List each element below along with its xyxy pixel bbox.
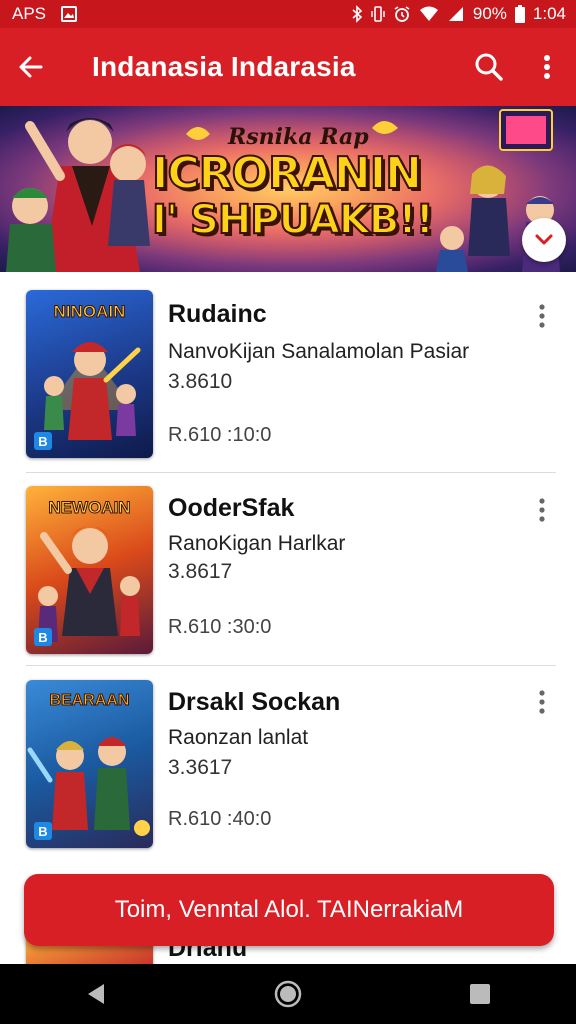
app-price: R.610 :10:0 (168, 424, 272, 446)
system-nav-bar (0, 964, 576, 1024)
list-item[interactable]: BEARAAN B Drsakl Sockan Raonzan lanlat 3… (0, 662, 576, 854)
back-arrow-icon[interactable] (0, 28, 62, 106)
app-rating: 3.8617 (168, 560, 233, 583)
wifi-icon (419, 5, 439, 23)
clock: 1:04 (532, 4, 566, 23)
list-item[interactable]: NINOAIN B Rudainc NanvoKijan Sanalamolan… (0, 272, 576, 464)
app-price: R.610 :40:0 (168, 808, 272, 830)
page-title: Indanasia Indarasia (92, 51, 356, 82)
item-more-icon[interactable] (526, 682, 558, 722)
status-app-label: APS (12, 4, 47, 23)
promo-banner[interactable]: Rsnika Rap ICRORANIN I' SHPUAKB!! (0, 106, 576, 272)
item-more-icon[interactable] (526, 296, 558, 336)
vibrate-icon (371, 5, 385, 23)
app-badge-icon: B (34, 432, 52, 450)
thumbnail-title: BEARAAN (49, 692, 130, 710)
thumbnail-title: NEWOAIN (48, 498, 131, 518)
banner-headline-line1: ICRORANIN (151, 148, 423, 199)
battery-percent: 90% (472, 4, 507, 23)
app-thumbnail: NINOAIN B (26, 290, 153, 458)
alarm-icon (393, 5, 411, 23)
banner-tagline: Rsnika Rap (228, 124, 369, 150)
banner-headline-line2: I' SHPUAKB!! (151, 197, 435, 243)
item-more-icon[interactable] (526, 490, 558, 530)
app-name: Rudainc (168, 300, 267, 328)
thumbnail-title: NINOAIN (53, 302, 126, 322)
app-subtitle: RanoKigan Harlkar (168, 532, 346, 555)
app-thumbnail: NEWOAIN B (26, 486, 153, 654)
bluetooth-icon (351, 5, 363, 23)
back-triangle-icon[interactable] (56, 964, 136, 1024)
recents-square-icon[interactable] (440, 964, 520, 1024)
more-vert-icon[interactable] (518, 28, 576, 106)
signal-icon (447, 5, 465, 23)
app-name: OoderSfak (168, 494, 295, 522)
chevron-down-icon[interactable] (522, 218, 566, 262)
battery-icon (514, 5, 525, 23)
app-subtitle: NanvoKijan Sanalamolan Pasiar (168, 340, 470, 363)
app-badge-icon: B (34, 822, 52, 840)
app-bar: Indanasia Indarasia (0, 28, 576, 106)
app-badge-icon: B (34, 628, 52, 646)
app-rating: 3.8610 (168, 370, 233, 393)
app-price: R.610 :30:0 (168, 616, 272, 638)
app-rating: 3.3617 (168, 756, 233, 779)
cta-button[interactable]: Toim, Venntal Alol. TAINerrakiaM (24, 874, 554, 946)
app-name: Drsakl Sockan (168, 688, 341, 716)
search-icon[interactable] (460, 28, 518, 106)
home-circle-icon[interactable] (248, 964, 328, 1024)
app-thumbnail: BEARAAN B (26, 680, 153, 848)
status-bar: APS 90% 1:04 (0, 0, 576, 28)
app-subtitle: Raonzan lanlat (168, 726, 309, 749)
image-notification-icon (60, 5, 78, 23)
list-item[interactable]: NEWOAIN B OoderSfak RanoKigan Harlkar 3.… (0, 468, 576, 660)
